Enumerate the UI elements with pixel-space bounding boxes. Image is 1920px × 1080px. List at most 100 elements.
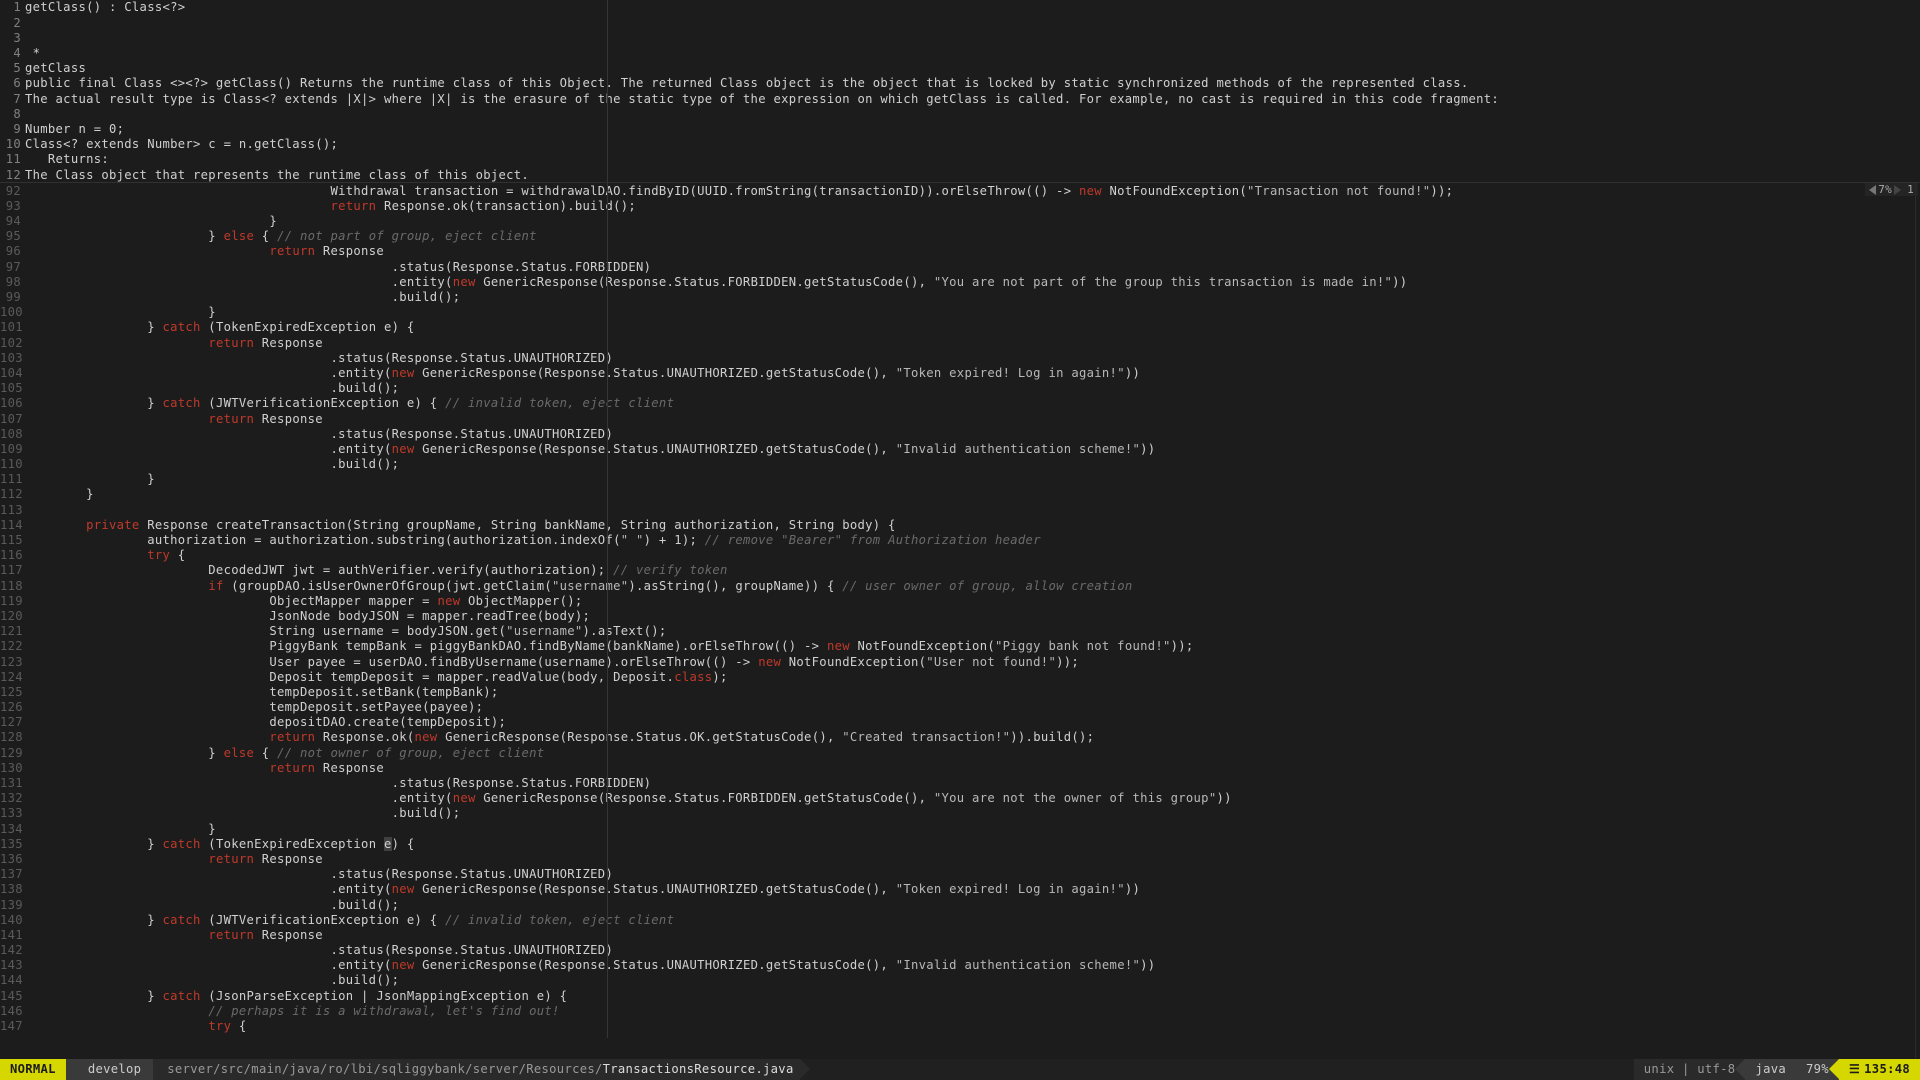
code-content[interactable]: getClass [25, 62, 1920, 74]
code-line[interactable]: 129 } else { // not owner of group, ejec… [0, 745, 1920, 760]
code-content[interactable]: getClass() : Class<?> [25, 1, 1920, 13]
code-line[interactable]: 106 } catch (JWTVerificationException e)… [0, 396, 1920, 411]
code-line[interactable]: 4 * [0, 46, 1920, 61]
code-line[interactable]: 121 String username = bodyJSON.get("user… [0, 624, 1920, 639]
code-content[interactable]: .build(); [25, 899, 1920, 911]
code-content[interactable]: return Response [25, 337, 1920, 349]
code-line[interactable]: 109 .entity(new GenericResponse(Response… [0, 441, 1920, 456]
code-content[interactable]: PiggyBank tempBank = piggyBankDAO.findBy… [25, 640, 1920, 652]
code-content[interactable]: .entity(new GenericResponse(Response.Sta… [25, 367, 1920, 379]
code-content[interactable]: return Response [25, 762, 1920, 774]
code-line[interactable]: 145 } catch (JsonParseException | JsonMa… [0, 988, 1920, 1003]
code-line[interactable]: 98 .entity(new GenericResponse(Response.… [0, 274, 1920, 289]
code-content[interactable]: String username = bodyJSON.get("username… [25, 625, 1920, 637]
code-line[interactable]: 143 .entity(new GenericResponse(Response… [0, 958, 1920, 973]
code-content[interactable]: if (groupDAO.isUserOwnerOfGroup(jwt.getC… [25, 580, 1920, 592]
code-content[interactable]: Number n = 0; [25, 123, 1920, 135]
code-content[interactable]: authorization = authorization.substring(… [25, 534, 1920, 546]
code-content[interactable]: } catch (TokenExpiredException e) { [25, 321, 1920, 333]
code-content[interactable]: try { [25, 1020, 1920, 1032]
code-line[interactable]: 114 private Response createTransaction(S… [0, 517, 1920, 532]
code-content[interactable]: .entity(new GenericResponse(Response.Sta… [25, 792, 1920, 804]
code-line[interactable]: 10Class<? extends Number> c = n.getClass… [0, 137, 1920, 152]
code-content[interactable]: return Response [25, 853, 1920, 865]
code-line[interactable]: 96 return Response [0, 244, 1920, 259]
code-line[interactable]: 120 JsonNode bodyJSON = mapper.readTree(… [0, 609, 1920, 624]
code-content[interactable]: } else { // not part of group, eject cli… [25, 230, 1920, 242]
code-line[interactable]: 136 return Response [0, 852, 1920, 867]
code-line[interactable]: 133 .build(); [0, 806, 1920, 821]
code-line[interactable]: 107 return Response [0, 411, 1920, 426]
code-line[interactable]: 142 .status(Response.Status.UNAUTHORIZED… [0, 943, 1920, 958]
code-line[interactable]: 112 } [0, 487, 1920, 502]
code-line[interactable]: 127 depositDAO.create(tempDeposit); [0, 715, 1920, 730]
code-line[interactable]: 3 [0, 30, 1920, 45]
code-content[interactable]: .status(Response.Status.FORBIDDEN) [25, 777, 1920, 789]
code-line[interactable]: 125 tempDeposit.setBank(tempBank); [0, 684, 1920, 699]
code-line[interactable]: 134 } [0, 821, 1920, 836]
code-content[interactable]: .build(); [25, 458, 1920, 470]
code-line[interactable]: 144 .build(); [0, 973, 1920, 988]
code-content[interactable]: depositDAO.create(tempDeposit); [25, 716, 1920, 728]
code-content[interactable]: Withdrawal transaction = withdrawalDAO.f… [25, 185, 1920, 197]
code-content[interactable]: tempDeposit.setBank(tempBank); [25, 686, 1920, 698]
code-line[interactable]: 146 // perhaps it is a withdrawal, let's… [0, 1003, 1920, 1018]
scrollbar[interactable] [1915, 183, 1920, 1059]
code-editor-pane[interactable]: 7% 1 92 Withdrawal transaction = withdra… [0, 183, 1920, 1059]
code-line[interactable]: 110 .build(); [0, 457, 1920, 472]
code-line[interactable]: 104 .entity(new GenericResponse(Response… [0, 366, 1920, 381]
code-line[interactable]: 103 .status(Response.Status.UNAUTHORIZED… [0, 350, 1920, 365]
code-line[interactable]: 147 try { [0, 1019, 1920, 1034]
code-line[interactable]: 1getClass() : Class<?> [0, 0, 1920, 15]
code-content[interactable]: } [25, 823, 1920, 835]
code-line[interactable]: 101 } catch (TokenExpiredException e) { [0, 320, 1920, 335]
code-line[interactable]: 6public final Class <><?> getClass() Ret… [0, 76, 1920, 91]
code-line[interactable]: 126 tempDeposit.setPayee(payee); [0, 700, 1920, 715]
code-line[interactable]: 97 .status(Response.Status.FORBIDDEN) [0, 259, 1920, 274]
code-content[interactable]: .build(); [25, 382, 1920, 394]
code-line[interactable]: 113 [0, 502, 1920, 517]
code-line[interactable]: 93 return Response.ok(transaction).build… [0, 198, 1920, 213]
code-line[interactable]: 11 Returns: [0, 152, 1920, 167]
code-line[interactable]: 122 PiggyBank tempBank = piggyBankDAO.fi… [0, 639, 1920, 654]
code-content[interactable]: } catch (TokenExpiredException e) { [25, 838, 1920, 850]
code-content[interactable]: } catch (JWTVerificationException e) { /… [25, 914, 1920, 926]
code-line[interactable]: 140 } catch (JWTVerificationException e)… [0, 912, 1920, 927]
code-content[interactable]: ObjectMapper mapper = new ObjectMapper()… [25, 595, 1920, 607]
code-content[interactable]: User payee = userDAO.findByUsername(user… [25, 656, 1920, 668]
code-line[interactable]: 128 return Response.ok(new GenericRespon… [0, 730, 1920, 745]
code-line[interactable]: 137 .status(Response.Status.UNAUTHORIZED… [0, 867, 1920, 882]
code-content[interactable]: .build(); [25, 807, 1920, 819]
code-content[interactable]: try { [25, 549, 1920, 561]
code-content[interactable]: } [25, 215, 1920, 227]
code-content[interactable]: } [25, 306, 1920, 318]
code-content[interactable]: } [25, 488, 1920, 500]
code-line[interactable]: 105 .build(); [0, 381, 1920, 396]
code-line[interactable]: 7The actual result type is Class<? exten… [0, 91, 1920, 106]
code-content[interactable]: return Response [25, 413, 1920, 425]
code-content[interactable]: // perhaps it is a withdrawal, let's fin… [25, 1005, 1920, 1017]
code-line[interactable]: 117 DecodedJWT jwt = authVerifier.verify… [0, 563, 1920, 578]
code-line[interactable]: 108 .status(Response.Status.UNAUTHORIZED… [0, 426, 1920, 441]
code-line[interactable]: 115 authorization = authorization.substr… [0, 533, 1920, 548]
code-content[interactable]: .entity(new GenericResponse(Response.Sta… [25, 959, 1920, 971]
code-content[interactable]: tempDeposit.setPayee(payee); [25, 701, 1920, 713]
code-content[interactable]: JsonNode bodyJSON = mapper.readTree(body… [25, 610, 1920, 622]
code-line[interactable]: 111 } [0, 472, 1920, 487]
code-line[interactable]: 92 Withdrawal transaction = withdrawalDA… [0, 183, 1920, 198]
code-content[interactable]: .status(Response.Status.UNAUTHORIZED) [25, 352, 1920, 364]
code-content[interactable]: private Response createTransaction(Strin… [25, 519, 1920, 531]
code-line[interactable]: 95 } else { // not part of group, eject … [0, 229, 1920, 244]
code-content[interactable]: .entity(new GenericResponse(Response.Sta… [25, 883, 1920, 895]
code-content[interactable]: } else { // not owner of group, eject cl… [25, 747, 1920, 759]
code-content[interactable]: .entity(new GenericResponse(Response.Sta… [25, 276, 1920, 288]
code-line[interactable]: 94 } [0, 214, 1920, 229]
code-content[interactable]: * [25, 47, 1920, 59]
code-line[interactable]: 100 } [0, 305, 1920, 320]
code-content[interactable]: return Response.ok(new GenericResponse(R… [25, 731, 1920, 743]
code-content[interactable]: .entity(new GenericResponse(Response.Sta… [25, 443, 1920, 455]
code-line[interactable]: 141 return Response [0, 927, 1920, 942]
code-line[interactable]: 8 [0, 106, 1920, 121]
code-line[interactable]: 124 Deposit tempDeposit = mapper.readVal… [0, 669, 1920, 684]
code-content[interactable]: .status(Response.Status.UNAUTHORIZED) [25, 868, 1920, 880]
